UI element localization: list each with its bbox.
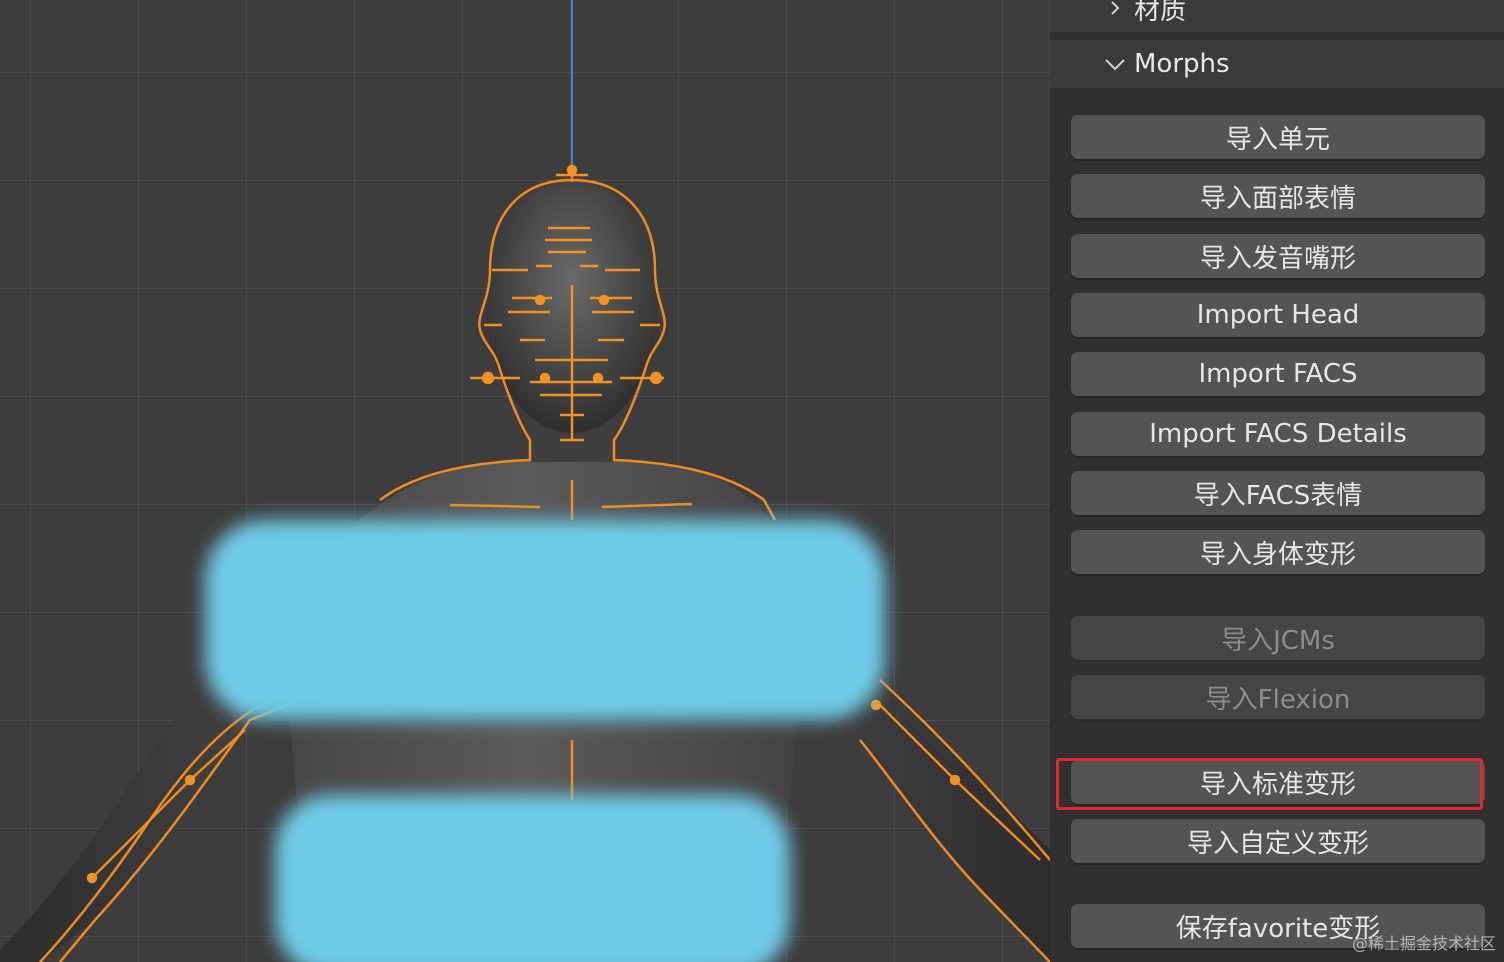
chevron-right-icon [1100,0,1130,16]
import-facs-button[interactable]: Import FACS [1071,352,1485,396]
section-label: 材质 [1134,0,1187,26]
import-body-morphs-button[interactable]: 导入身体变形 [1071,530,1485,574]
import-jcms-button: 导入JCMs [1071,616,1485,660]
viewport-scene [0,0,1050,962]
import-visemes-button[interactable]: 导入发音嘴形 [1071,234,1485,278]
import-face-expressions-button[interactable]: 导入面部表情 [1071,174,1485,218]
watermark: @稀土掘金技术社区 [1351,934,1496,953]
import-head-button[interactable]: Import Head [1071,293,1485,337]
import-facs-details-button[interactable]: Import FACS Details [1071,412,1485,456]
3d-viewport[interactable] [0,0,1050,962]
section-label: Morphs [1134,49,1230,79]
import-units-button[interactable]: 导入单元 [1071,115,1485,159]
highlight-box [1056,758,1483,810]
material-section-header[interactable]: 材质 [1050,0,1504,32]
properties-sidebar: 材质 Morphs 导入单元 导入面部表情 导入发音嘴形 Import Head… [1050,0,1504,962]
import-flexion-button: 导入Flexion [1071,675,1485,719]
morphs-section-header[interactable]: Morphs [1050,40,1504,88]
import-facs-expressions-button[interactable]: 导入FACS表情 [1071,471,1485,515]
chevron-down-icon [1100,56,1130,72]
import-custom-morphs-button[interactable]: 导入自定义变形 [1071,819,1485,863]
